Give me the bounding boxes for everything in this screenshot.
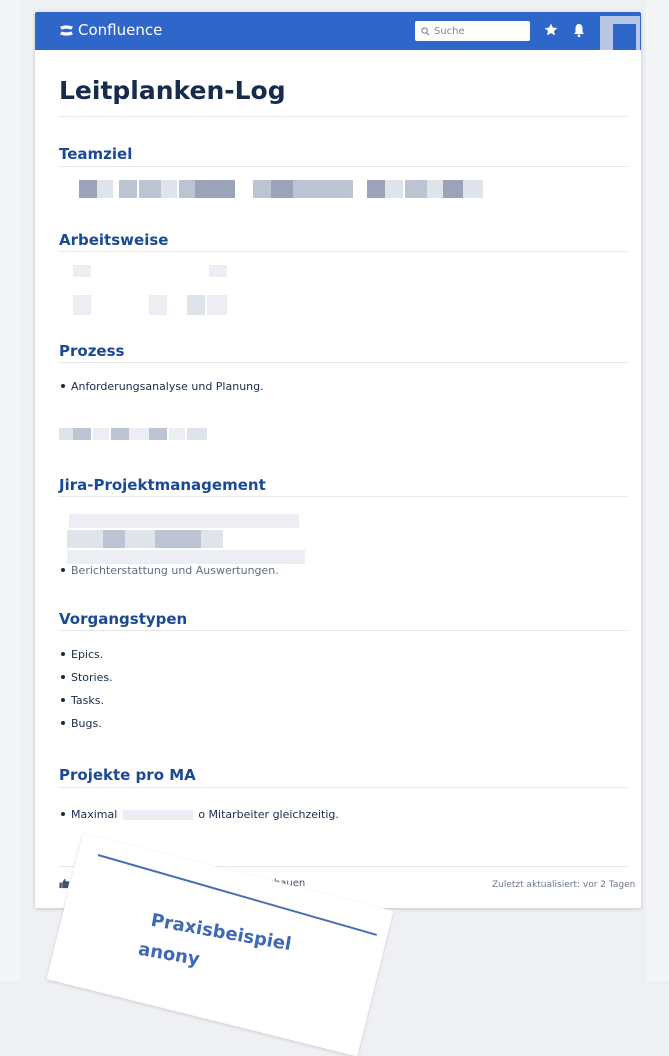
divider-prozess [59, 362, 627, 363]
heading-vorgangstypen: Vorgangstypen [59, 610, 188, 628]
bell-icon[interactable] [571, 22, 587, 38]
confluence-logo-icon [59, 24, 74, 36]
list-item: Anforderungsanalyse und Planung. [59, 380, 264, 393]
divider-teamziel [59, 166, 627, 167]
divider-arbeitsweise [59, 251, 627, 252]
divider-jira [59, 496, 627, 497]
confluence-logo[interactable]: Confluence [59, 21, 162, 39]
star-icon[interactable] [543, 22, 559, 38]
top-navigation-bar: Confluence Suche [35, 12, 641, 50]
list-item: Bugs. [59, 717, 102, 730]
search-placeholder: Suche [434, 25, 465, 37]
divider-projekte [59, 787, 627, 788]
list-item: Maximal o Mitarbeiter gleichzeitig. [59, 808, 339, 821]
list-item: Stories. [59, 671, 113, 684]
search-input[interactable]: Suche [415, 21, 530, 41]
heading-projekte-pro-ma: Projekte pro MA [59, 766, 196, 784]
list-item: Epics. [59, 648, 103, 661]
left-background-strip [0, 0, 20, 981]
divider-vorgangstypen [59, 630, 627, 631]
list-item: Tasks. [59, 694, 104, 707]
right-background-strip [646, 0, 669, 981]
page-title: Leitplanken-Log [59, 76, 286, 105]
blurred-text [122, 810, 193, 820]
confluence-page-card: Confluence Suche Leitplanken-Log Teamzie… [35, 12, 641, 908]
last-updated-text: Zuletzt aktualisiert: vor 2 Tagen [492, 880, 636, 890]
heading-prozess: Prozess [59, 342, 125, 360]
avatar-image [613, 24, 636, 50]
list-item: Berichterstattung und Auswertungen. [59, 564, 279, 577]
search-icon [421, 26, 430, 35]
heading-arbeitsweise: Arbeitsweise [59, 231, 169, 249]
heading-teamziel: Teamziel [59, 145, 133, 163]
title-divider [59, 116, 627, 117]
heading-jira-projektmanagement: Jira-Projektmanagement [59, 476, 266, 494]
app-name: Confluence [78, 21, 163, 39]
